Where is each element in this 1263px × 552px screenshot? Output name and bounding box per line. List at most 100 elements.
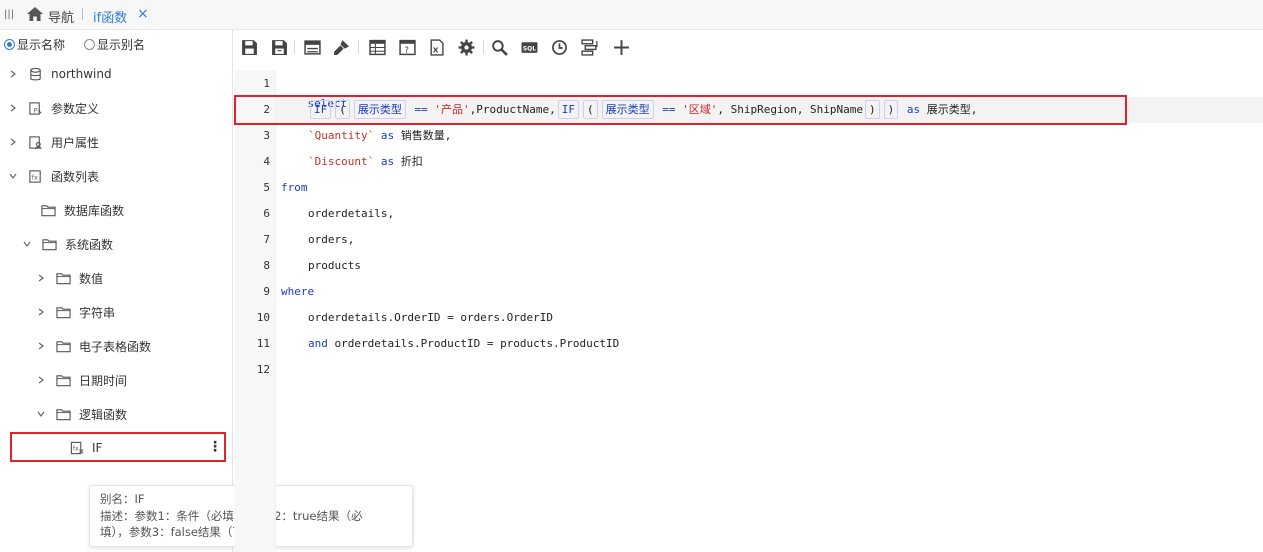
tree-item-label: 参数定义 — [51, 101, 100, 116]
line-number: 2 — [263, 103, 270, 116]
code-line-7[interactable]: orders, — [308, 230, 354, 250]
tree-item-label: 函数列表 — [51, 169, 100, 184]
code-line-11[interactable]: and orderdetails.ProductID = products.Pr… — [308, 334, 619, 354]
nav-label[interactable]: 导航 — [48, 7, 74, 26]
code-line-4[interactable]: `Discount` as 折扣 — [308, 152, 423, 172]
code-line-1[interactable]: select — [281, 74, 348, 110]
radio-unselected-icon[interactable] — [84, 38, 95, 50]
radio-display-alias[interactable]: 显示别名 — [84, 36, 145, 52]
settings-icon[interactable] — [457, 38, 475, 56]
tree-item-parameters[interactable]: P 参数定义 — [8, 98, 99, 118]
tree-item-string[interactable]: 字符串 — [36, 302, 115, 322]
chevron-right-icon[interactable] — [36, 273, 46, 283]
tree-item-label: 日期时间 — [79, 373, 128, 388]
sql-icon[interactable]: SQL — [520, 38, 538, 56]
svg-text:SQL: SQL — [522, 45, 535, 52]
tree-item-label: 电子表格函数 — [79, 339, 152, 354]
if-function-token[interactable]: IF — [557, 100, 579, 119]
operator-token: == — [414, 103, 428, 116]
string-token: '区域' — [682, 103, 718, 116]
paren-token: ) — [865, 100, 880, 119]
chevron-right-icon[interactable] — [36, 307, 46, 317]
tree-item-label: 字符串 — [79, 305, 116, 320]
function-icon: fx — [69, 440, 85, 456]
line-number: 3 — [263, 129, 270, 142]
tab-close-icon[interactable]: × — [137, 6, 149, 22]
code-line-5[interactable]: from — [281, 178, 308, 198]
table-icon[interactable] — [368, 38, 386, 56]
condition-token: orderdetails.ProductID = products.Produc… — [334, 337, 620, 350]
top-bar: ||| 导航 if函数 × — [0, 0, 1263, 30]
string-token: '产品' — [434, 103, 470, 116]
tree-item-label: northwind — [51, 67, 112, 81]
save-icon[interactable] — [240, 38, 258, 56]
alias-token: 销售数量, — [400, 129, 452, 142]
help-icon[interactable]: ? — [398, 38, 416, 56]
chevron-down-icon[interactable] — [36, 409, 46, 419]
keyword-as: as — [380, 129, 395, 142]
line-number: 11 — [256, 337, 270, 350]
tree-item-function-list[interactable]: fx 函数列表 — [8, 166, 99, 186]
tab-if-function[interactable]: if函数 — [93, 7, 127, 26]
toolbar-divider — [358, 40, 359, 54]
identifier-token: , ShipRegion, ShipName — [717, 103, 864, 116]
folder-icon — [55, 304, 71, 320]
keyword-as: as — [906, 103, 921, 116]
line-number: 12 — [256, 363, 270, 376]
paren-token: ( — [335, 100, 350, 119]
tree-item-spreadsheet-functions[interactable]: 电子表格函数 — [36, 336, 151, 356]
radio-display-alias-label: 显示别名 — [97, 37, 146, 52]
code-line-9[interactable]: where — [281, 282, 314, 302]
line-number: 5 — [263, 181, 270, 194]
excel-export-icon[interactable]: X — [427, 38, 445, 56]
database-icon — [27, 66, 43, 82]
chevron-right-icon[interactable] — [8, 103, 18, 113]
layout-icon[interactable] — [303, 38, 321, 56]
structure-icon[interactable] — [580, 38, 598, 56]
tree-item-if-function[interactable]: fx IF ⋮ — [10, 432, 226, 462]
paren-token: ( — [582, 100, 598, 119]
chevron-down-icon[interactable] — [22, 239, 32, 249]
tree-item-label: 数值 — [79, 271, 104, 286]
chevron-right-icon[interactable] — [36, 341, 46, 351]
folder-icon — [40, 202, 56, 218]
radio-selected-icon[interactable] — [4, 38, 15, 50]
tree-item-database-functions[interactable]: 数据库函数 — [40, 200, 124, 220]
menu-lines-icon[interactable]: ||| — [4, 9, 14, 20]
add-icon[interactable] — [612, 38, 630, 56]
history-icon[interactable] — [550, 38, 568, 56]
tree-item-datetime[interactable]: 日期时间 — [36, 370, 127, 390]
chevron-right-icon[interactable] — [36, 375, 46, 385]
tree-item-logic-functions[interactable]: 逻辑函数 — [36, 404, 127, 424]
line-number: 10 — [256, 311, 270, 324]
tree-item-system-functions[interactable]: 系统函数 — [22, 234, 113, 254]
tree-item-northwind[interactable]: northwind — [8, 64, 112, 84]
home-icon[interactable] — [27, 7, 43, 21]
tree-item-user-properties[interactable]: 用户属性 — [8, 132, 99, 152]
keyword-and: and — [308, 337, 328, 350]
if-function-token[interactable]: IF — [310, 100, 332, 119]
svg-text:fx: fx — [31, 173, 37, 181]
svg-text:fx: fx — [72, 445, 78, 452]
user-property-icon — [27, 134, 43, 150]
keyword-from: from — [281, 181, 308, 194]
search-icon[interactable] — [490, 38, 508, 56]
tree-item-numeric[interactable]: 数值 — [36, 268, 103, 288]
code-line-10[interactable]: orderdetails.OrderID = orders.OrderID — [308, 308, 553, 328]
field-token[interactable]: 展示类型 — [601, 100, 654, 119]
code-line-8[interactable]: products — [308, 256, 361, 276]
code-line-2[interactable]: IF(展示类型 == '产品',ProductName, IF(展示类型 == '… — [308, 100, 977, 120]
folder-icon — [55, 372, 71, 388]
sql-editor[interactable]: 1 2 3 4 5 6 7 8 9 10 11 12 select IF(展示类… — [234, 70, 1263, 552]
code-line-3[interactable]: `Quantity` as 销售数量, — [308, 126, 451, 146]
line-number: 6 — [263, 207, 270, 220]
save-as-icon[interactable] — [270, 38, 288, 56]
more-vertical-icon[interactable]: ⋮ — [208, 438, 222, 456]
radio-display-name[interactable]: 显示名称 — [4, 36, 65, 52]
chevron-right-icon[interactable] — [8, 69, 18, 79]
code-line-6[interactable]: orderdetails, — [308, 204, 394, 224]
chevron-right-icon[interactable] — [8, 137, 18, 147]
field-token[interactable]: 展示类型 — [353, 100, 406, 119]
format-brush-icon[interactable] — [332, 38, 350, 56]
chevron-down-icon[interactable] — [8, 171, 18, 181]
